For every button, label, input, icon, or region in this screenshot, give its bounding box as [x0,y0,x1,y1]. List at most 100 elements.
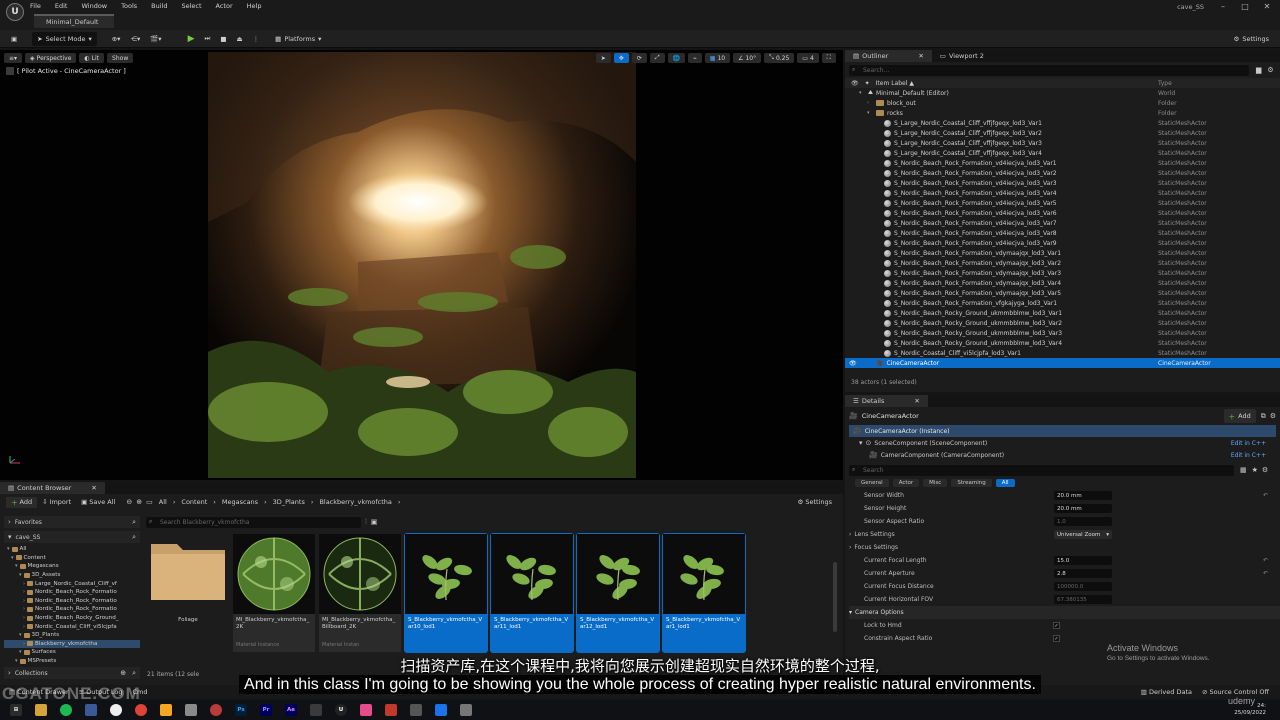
outliner-row[interactable]: 👁S_Large_Nordic_Coastal_Cliff_vffjfgeqx_… [845,128,1280,138]
camera-component-row[interactable]: 🎥 CameraComponent (CameraComponent) Edit… [849,449,1276,461]
save-search-icon[interactable]: ▣ [371,518,378,526]
folder-nav-icon[interactable]: ▭ [146,498,153,506]
app-icon[interactable] [435,704,447,716]
outliner-row[interactable]: 👁S_Nordic_Beach_Rock_Formation_vd4iecjva… [845,238,1280,248]
rotate-tool-icon[interactable]: ⟳ [631,53,647,63]
add-actor-icon[interactable]: ⊕▾ [107,32,126,46]
tab-outliner[interactable]: ▤ Outliner ✕ [845,50,932,62]
cb-scrollbar[interactable] [833,562,837,632]
folder-tree-item[interactable]: › Nordic_Beach_Rock_Formatio [4,588,140,597]
outliner-row[interactable]: 👁S_Nordic_Beach_Rock_Formation_vd4iecjva… [845,158,1280,168]
asset-tile[interactable]: MI_Blackberry_vkmofctha_Billboard_2K Mate… [319,534,401,652]
edit-cpp-link[interactable]: Edit in C++ [1231,440,1266,447]
level-tab[interactable]: Minimal_Default [34,14,114,28]
details-gear-icon[interactable]: ⚙ [1262,466,1268,474]
folder-tree-item[interactable]: › Blackberry_vkmofctha [4,639,140,649]
outliner-row[interactable]: 👁S_Nordic_Coastal_Cliff_vi5lcjpfa_lod3_V… [845,348,1280,358]
breadcrumb-megascans[interactable]: Megascans [222,498,258,506]
outliner-row[interactable]: 👁S_Large_Nordic_Coastal_Cliff_vffjfgeqx_… [845,138,1280,148]
scene-component-row[interactable]: ▾ ⊙ SceneComponent (SceneComponent) Edit… [849,437,1276,449]
outliner-row[interactable]: 👁S_Nordic_Beach_Rock_Formation_vfgkajyga… [845,298,1280,308]
menu-actor[interactable]: Actor [216,2,233,10]
reset-to-default-icon[interactable]: ↶ [1263,570,1268,577]
unreal-logo-icon[interactable]: U [6,3,24,21]
outliner-row[interactable]: 👁S_Nordic_Beach_Rocky_Ground_ukmmbblmw_l… [845,308,1280,318]
chevron-right-icon[interactable]: › [849,531,851,538]
grid-view-icon[interactable]: ▦ [1240,466,1247,474]
select-mode-dropdown[interactable]: ➤ Select Mode ▾ [32,31,97,46]
reset-to-default-icon[interactable]: ↶ [1263,557,1268,564]
add-folder-icon[interactable]: ▆ [1256,66,1261,74]
project-header[interactable]: ▾ cave_SS ⌕ [4,531,140,543]
filter-misc[interactable]: Misc [923,479,948,487]
platforms-button[interactable]: ▦ Platforms ▾ [270,32,326,46]
asset-tile[interactable]: S_Blackberry_vkmofctha_Var1_lod1 [662,533,746,653]
eject-pilot-icon[interactable] [6,67,14,75]
outliner-row[interactable]: 👁S_Nordic_Beach_Rock_Formation_vd4iecjva… [845,198,1280,208]
visibility-icon[interactable]: 👁 [849,360,857,367]
settings-button[interactable]: ⚙ Settings [1229,32,1275,46]
details-settings-icon[interactable]: ⚙ [1270,412,1276,420]
folder-tree-item[interactable]: › Nordic_Coastal_Cliff_vi5lcjpfa [4,622,140,631]
folder-tree-item[interactable]: › Nordic_Beach_Rock_Formatio [4,597,140,606]
photoshop-icon[interactable]: Ps [235,704,247,716]
viewport-options-icon[interactable]: ≡▾ [4,53,23,63]
filter-all[interactable]: All [995,479,1015,487]
add-component-button[interactable]: ＋ Add [1223,409,1256,423]
camera-speed-button[interactable]: ▭ 4 [797,53,819,63]
rotation-snap-button[interactable]: ∠ 10° [733,53,762,63]
file-explorer-icon[interactable] [35,704,47,716]
outliner-search-input[interactable]: ⌕ Search... [849,64,1249,76]
outliner-row[interactable]: 👁S_Nordic_Beach_Rock_Formation_vdymaajqx… [845,258,1280,268]
chevron-right-icon[interactable]: › [23,624,25,630]
breadcrumb-blackberry[interactable]: Blackberry_vkmofctha [319,498,391,506]
folder-tree-item[interactable]: ▾ Megascans [4,562,140,571]
unreal-engine-icon[interactable]: U [335,704,347,716]
chevron-right-icon[interactable]: › [23,606,25,612]
viewport-render[interactable] [208,52,636,478]
menu-help[interactable]: Help [247,2,262,10]
reset-to-default-icon[interactable]: ↶ [1263,492,1268,499]
outliner-row[interactable]: 👁S_Nordic_Beach_Rock_Formation_vdymaajqx… [845,288,1280,298]
chevron-down-icon[interactable]: ▾ [11,555,14,561]
property-value-field[interactable]: 20.0 mm [1054,491,1112,500]
scale-snap-button[interactable]: ⤡ 0.25 [764,53,795,63]
cb-add-button[interactable]: ＋ Add [6,496,38,508]
chevron-down-icon[interactable]: ▾ [849,609,852,616]
outliner-row[interactable]: 👁S_Nordic_Beach_Rock_Formation_vdymaajqx… [845,278,1280,288]
chevron-right-icon[interactable]: › [23,589,25,595]
star-icon[interactable]: ★ [1252,466,1258,474]
world-space-icon[interactable]: 🌐 [667,53,686,63]
details-search-input[interactable]: ⌕ Search [849,464,1234,476]
chevron-right-icon[interactable]: › [23,581,25,587]
close-icon[interactable]: ✕ [1260,2,1274,11]
outliner-row[interactable]: 👁›block_outFolder [845,98,1280,108]
chevron-right-icon[interactable]: › [849,544,851,551]
property-dropdown[interactable]: Universal Zoom ▾ [1054,530,1112,539]
close-tab-icon[interactable]: ✕ [914,397,919,405]
close-tab-icon[interactable]: ✕ [91,484,96,492]
outliner-row[interactable]: 👁S_Nordic_Beach_Rock_Formation_vd4iecjva… [845,218,1280,228]
filter-streaming[interactable]: Streaming [951,479,992,487]
outliner-row[interactable]: 👁S_Nordic_Beach_Rocky_Ground_ukmmbblmw_l… [845,338,1280,348]
perspective-button[interactable]: ◈ Perspective [25,53,77,63]
filter-general[interactable]: General [855,479,889,487]
minimize-icon[interactable]: – [1216,2,1230,11]
property-value-field[interactable]: 20.0 mm [1054,504,1112,513]
folder-tree-item[interactable]: ▾ All [4,545,140,554]
filter-icon[interactable]: ⫶ [365,518,367,527]
chevron-right-icon[interactable]: › [23,615,25,621]
move-tool-icon[interactable]: ✥ [613,53,629,63]
select-tool-icon[interactable]: ➤ [595,53,611,63]
breadcrumb-all[interactable]: All [159,498,167,506]
menu-edit[interactable]: Edit [55,2,68,10]
chevron-down-icon[interactable]: ▾ [7,546,10,552]
asset-search-input[interactable]: ⌕ Search Blackberry_vkmofctha [146,516,361,528]
eject-icon[interactable]: ⏏ [232,32,248,46]
asset-tile[interactable]: MI_Blackberry_vkmofctha_2K Material Insta… [233,534,315,652]
folder-tree-item[interactable]: › Nordic_Beach_Rock_Formatio [4,605,140,614]
app-icon[interactable] [360,704,372,716]
app-icon[interactable] [410,704,422,716]
chrome-icon[interactable] [135,704,147,716]
asset-tile[interactable]: S_Blackberry_vkmofctha_Var12_lod1 [576,533,660,653]
